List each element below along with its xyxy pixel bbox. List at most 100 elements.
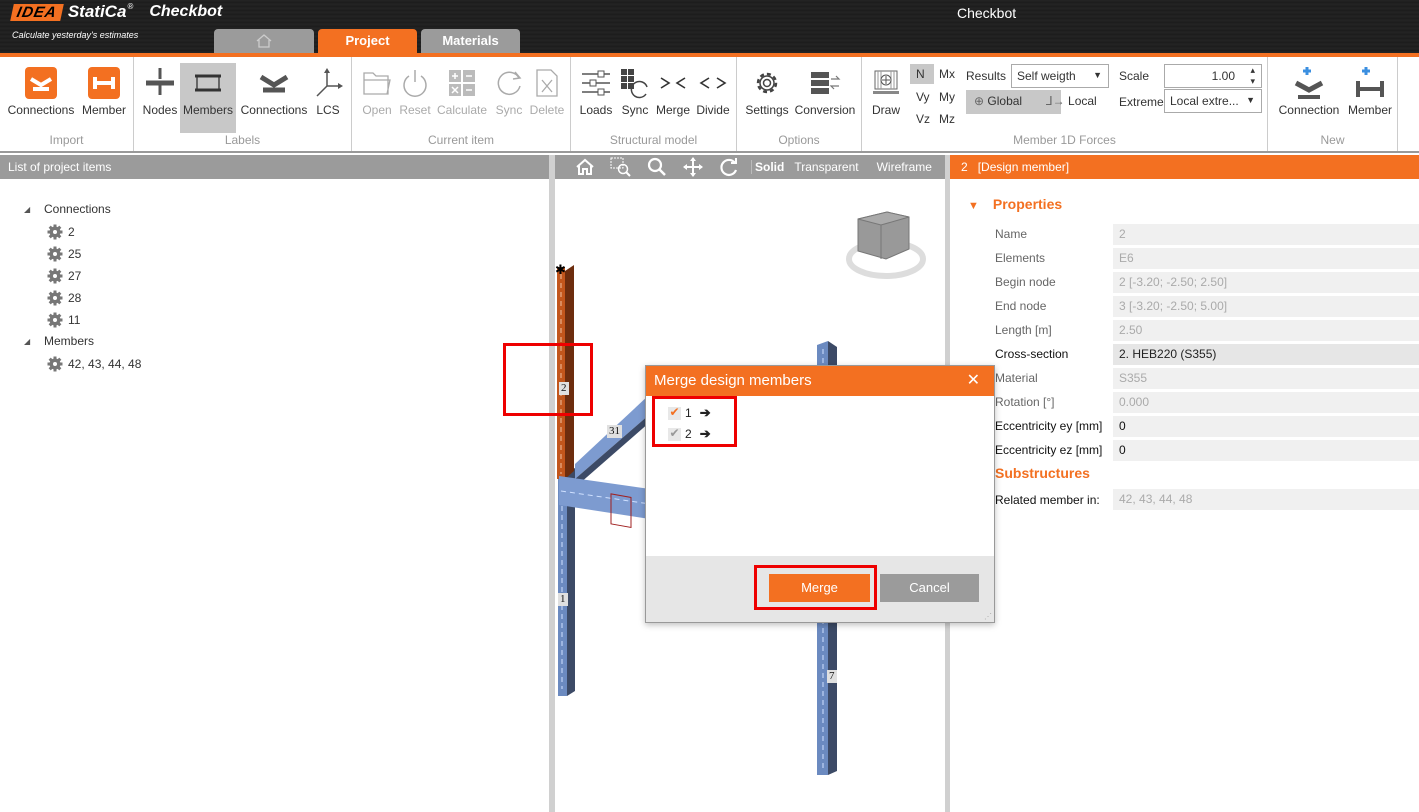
gear-icon <box>47 224 63 240</box>
import-connections-button[interactable]: Connections <box>5 63 77 133</box>
labels-nodes-button[interactable]: Nodes <box>140 63 180 133</box>
tree-node-connections[interactable]: ◢ Connections <box>24 202 111 216</box>
component-mz[interactable]: Mz <box>939 112 955 126</box>
move-arrows-icon <box>683 157 703 177</box>
expand-triangle-icon[interactable]: ▼ <box>968 200 979 212</box>
reset-button[interactable]: Reset <box>396 63 434 133</box>
power-icon <box>403 70 427 97</box>
conversion-icon <box>811 72 841 94</box>
lcs-axes-icon <box>316 68 343 97</box>
zoom-button[interactable] <box>639 155 675 179</box>
import-member-button[interactable]: Member <box>78 63 130 133</box>
close-icon[interactable]: ✕ <box>967 366 980 396</box>
tree-item-member[interactable]: 42, 43, 44, 48 <box>47 356 141 372</box>
home-icon <box>576 158 594 175</box>
divide-button[interactable]: Divide <box>693 63 733 133</box>
property-label: Cross-section <box>995 347 1069 361</box>
mode-solid[interactable]: Solid <box>751 160 784 174</box>
merge-button[interactable]: Merge <box>653 63 693 133</box>
property-label: Length [m] <box>995 323 1052 337</box>
component-vy[interactable]: Vy <box>916 90 930 104</box>
property-label: Elements <box>995 251 1046 265</box>
property-value: 0.000 <box>1113 392 1419 413</box>
ribbon: Connections Member Import Nodes Members … <box>0 57 1419 153</box>
collapse-arrow-icon[interactable]: ◢ <box>24 205 44 214</box>
component-n[interactable]: N <box>910 64 934 84</box>
magnifier-icon <box>647 157 666 176</box>
related-member-value: 42, 43, 44, 48 <box>1113 489 1419 510</box>
component-my[interactable]: My <box>939 90 955 104</box>
tree-item-connection[interactable]: 11 <box>47 312 80 328</box>
property-value[interactable]: 0 <box>1113 416 1419 437</box>
property-value: 3 [-3.20; -2.50; 5.00] <box>1113 296 1419 317</box>
property-label: Eccentricity ez [mm] <box>995 443 1103 457</box>
checkbox-2[interactable]: ✔ <box>668 427 681 441</box>
chevron-down-icon: ▼ <box>1246 95 1255 105</box>
sync-item-button[interactable]: Sync <box>490 63 528 133</box>
tree-item-connection[interactable]: 2 <box>47 224 75 240</box>
extreme-dropdown[interactable]: Local extre... ▼ <box>1164 89 1262 113</box>
ribbon-group-options: Settings Conversion Options <box>737 57 862 151</box>
tree-item-connection[interactable]: 25 <box>47 246 81 262</box>
scale-label: Scale <box>1119 69 1150 83</box>
tab-materials[interactable]: Materials <box>421 29 520 53</box>
sync-model-button[interactable]: Sync <box>617 63 653 133</box>
labels-members-button[interactable]: Members <box>180 63 236 133</box>
tab-home[interactable] <box>214 29 314 53</box>
conversion-button[interactable]: Conversion <box>793 63 857 133</box>
merge-confirm-button[interactable]: Merge <box>769 574 870 602</box>
spinner-icon[interactable]: ▴ ▾ <box>1250 65 1255 87</box>
local-axes-icon: ⅃→ <box>1046 94 1069 108</box>
property-value[interactable]: 0 <box>1113 440 1419 461</box>
sliders-icon <box>582 70 610 96</box>
scale-input[interactable]: 1.00 ▴ ▾ <box>1164 64 1262 88</box>
settings-button[interactable]: Settings <box>743 63 791 133</box>
import-member-icon <box>88 67 120 99</box>
checkbox-1[interactable]: ✔ <box>668 406 681 420</box>
draw-button[interactable]: Draw <box>868 63 904 133</box>
new-member-button[interactable]: Member <box>1346 63 1394 133</box>
zoom-window-button[interactable] <box>603 155 639 179</box>
local-toggle[interactable]: ⅃→ Local <box>1046 94 1097 108</box>
results-dropdown[interactable]: Self weigth ▼ <box>1011 64 1109 88</box>
pan-button[interactable] <box>675 155 711 179</box>
logo-idea: IDEA <box>10 3 64 21</box>
new-connection-button[interactable]: Connection <box>1272 63 1346 133</box>
collapse-arrow-icon[interactable]: ◢ <box>24 337 44 346</box>
properties-section-title[interactable]: ▼ Properties <box>968 196 1062 212</box>
gear-icon <box>47 312 63 328</box>
component-mx[interactable]: Mx <box>939 67 955 81</box>
svg-text:✱: ✱ <box>555 262 566 277</box>
property-label: Material <box>995 371 1038 385</box>
group-label-current-item: Current item <box>427 133 495 147</box>
mode-transparent[interactable]: Transparent <box>794 160 858 174</box>
cancel-button[interactable]: Cancel <box>880 574 979 602</box>
group-label-options: Options <box>778 133 820 147</box>
member-label-31: 31 <box>607 425 622 438</box>
labels-connections-button[interactable]: Connections <box>238 63 310 133</box>
merge-item-2[interactable]: ✔ 2 ➔ <box>668 426 711 442</box>
view-cube[interactable] <box>846 211 926 279</box>
chevron-down-icon: ▼ <box>1093 70 1102 80</box>
loads-button[interactable]: Loads <box>576 63 616 133</box>
component-vz[interactable]: Vz <box>916 112 930 126</box>
mode-wireframe[interactable]: Wireframe <box>877 160 932 174</box>
merge-dialog: Merge design members ✕ ✔ 1 ➔ ✔ 2 ➔ Merge Canc… <box>645 365 995 623</box>
ribbon-group-import: Connections Member Import <box>0 57 134 151</box>
dialog-header: Merge design members ✕ <box>646 366 994 396</box>
ribbon-group-labels: Nodes Members Connections LCS Labels <box>134 57 352 151</box>
tree-node-members[interactable]: ◢ Members <box>24 334 94 348</box>
tab-project[interactable]: Project <box>318 29 417 53</box>
tree-item-connection[interactable]: 28 <box>47 290 81 306</box>
ribbon-group-member-forces: Draw N Mx Vy My Vz Mz Results Self weigt… <box>862 57 1268 151</box>
calculate-button[interactable]: Calculate <box>434 63 490 133</box>
property-value[interactable]: 2. HEB220 (S355) <box>1113 344 1419 365</box>
resize-grip-icon[interactable]: ⋰ <box>984 612 992 621</box>
merge-item-1[interactable]: ✔ 1 ➔ <box>668 405 711 421</box>
labels-lcs-button[interactable]: LCS <box>310 63 346 133</box>
rotate-button[interactable] <box>711 155 747 179</box>
view-home-button[interactable] <box>567 155 603 179</box>
open-button[interactable]: Open <box>358 63 396 133</box>
delete-button[interactable]: Delete <box>528 63 566 133</box>
tree-item-connection[interactable]: 27 <box>47 268 81 284</box>
